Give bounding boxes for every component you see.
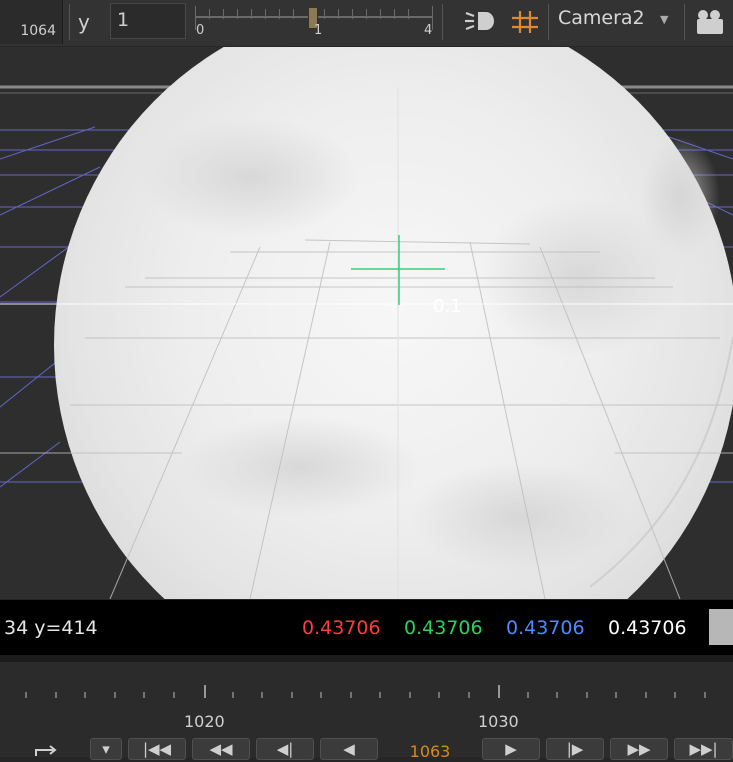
chevron-down-icon: ▼	[660, 13, 669, 26]
slider-mid-label: 1	[314, 23, 323, 38]
gamma-input[interactable]: 1	[110, 3, 186, 39]
gamma-slider[interactable]: 0 1 4	[195, 4, 433, 38]
slider-tick	[324, 9, 325, 19]
slider-tick	[223, 9, 224, 19]
frame-field-value: 1064	[20, 23, 56, 39]
next-keyframe-icon: ▶▶	[627, 740, 651, 758]
slider-tick	[251, 9, 252, 19]
skip-to-end-icon: ▶▶|	[689, 740, 718, 758]
grid-icon[interactable]	[510, 8, 540, 36]
previous-keyframe-icon: ◀◀	[209, 740, 233, 758]
blue-value: 0.43706	[506, 617, 585, 639]
slider-tick	[366, 9, 367, 19]
sphere-texture	[140, 117, 360, 237]
slider-tick	[237, 9, 238, 19]
slider-tick	[338, 9, 339, 19]
camera-select[interactable]: Camera2	[558, 7, 676, 37]
cursor-coordinates: 34 y=414	[4, 617, 98, 639]
light-icon[interactable]	[464, 7, 498, 35]
slider-tick	[394, 9, 395, 19]
toolbar-divider	[442, 4, 443, 40]
frame-field[interactable]: 1064	[0, 0, 63, 44]
timeline-ruler	[25, 685, 706, 698]
red-value: 0.43706	[302, 617, 381, 639]
slider-tick	[209, 9, 210, 19]
alpha-value: 0.43706	[608, 617, 687, 639]
play-backward-icon: ◀	[343, 740, 355, 758]
toolbar-divider	[548, 4, 549, 40]
step-back-icon: ◀|	[276, 740, 294, 758]
slider-tick	[265, 9, 266, 19]
current-frame-display[interactable]: 1063	[382, 740, 478, 758]
slider-tick	[380, 9, 381, 19]
viewport-scene: 0.1	[0, 47, 733, 599]
viewer-toolbar: 1064 y 1 0 1 4 Camera2 ▼	[0, 0, 733, 46]
sphere-texture	[640, 137, 720, 257]
3d-viewport[interactable]: 0.1	[0, 47, 733, 599]
green-value: 0.43706	[404, 617, 483, 639]
gamma-label: y	[78, 10, 90, 34]
slider-tick	[352, 9, 353, 19]
slider-max-label: 4	[424, 23, 433, 38]
camera-icon[interactable]	[694, 7, 726, 37]
timeline-divider[interactable]	[0, 655, 733, 662]
slider-tick	[279, 9, 280, 19]
slider-min-label: 0	[196, 23, 205, 38]
slider-tick	[293, 9, 294, 19]
color-swatch	[709, 609, 733, 645]
loop-icon[interactable]	[34, 743, 64, 757]
play-icon: ▶	[505, 740, 517, 758]
step-forward-icon: |▶	[566, 740, 584, 758]
toolbar-divider	[684, 4, 685, 40]
slider-tick	[408, 9, 409, 19]
overlay-label: 0.1	[433, 296, 462, 317]
chevron-down-icon: ▾	[102, 740, 110, 758]
sphere-texture	[180, 417, 420, 517]
toolbar-divider	[69, 4, 70, 40]
timeline[interactable]	[0, 662, 733, 727]
skip-to-start-icon: |◀◀	[142, 740, 172, 758]
